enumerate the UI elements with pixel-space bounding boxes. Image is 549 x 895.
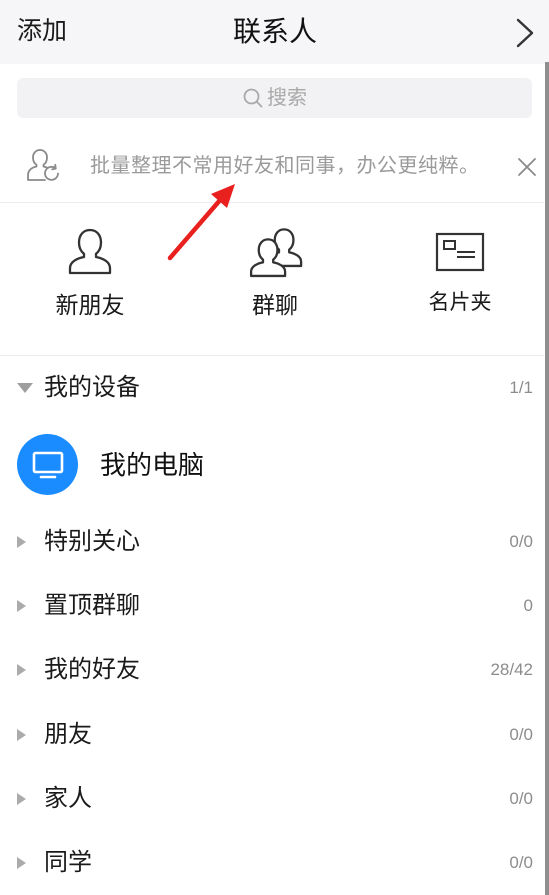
avatar (17, 434, 78, 495)
page-title: 联系人 (232, 16, 317, 47)
group-count: 1/1 (509, 378, 533, 397)
device-name: 我的电脑 (100, 450, 205, 480)
monitor-icon (32, 451, 63, 478)
expand-arrow-icon (17, 664, 26, 676)
group-name: 置顶群聊 (44, 592, 140, 619)
group-count: 0/0 (509, 789, 533, 808)
new-friend-label: 新朋友 (55, 292, 125, 318)
group-special-care[interactable]: 特别关心 0/0 (0, 510, 544, 574)
business-card-button[interactable]: 名片夹 (380, 203, 540, 353)
chevron-right-icon[interactable] (513, 17, 537, 49)
group-name: 朋友 (44, 721, 92, 748)
group-my-friends[interactable]: 我的好友 28/42 (0, 638, 544, 702)
add-button[interactable]: 添加 (17, 14, 67, 48)
contact-refresh-icon (27, 149, 59, 181)
group-my-devices[interactable]: 我的设备 1/1 (0, 356, 544, 420)
expand-arrow-icon (17, 600, 26, 612)
group-count: 28/42 (490, 660, 533, 679)
new-friend-button[interactable]: 新朋友 (10, 203, 170, 353)
expand-arrow-icon (17, 383, 33, 393)
group-chat-button[interactable]: 群聊 (195, 203, 355, 353)
expand-arrow-icon (17, 793, 26, 805)
group-name: 我的设备 (44, 374, 140, 401)
expand-arrow-icon (17, 536, 26, 548)
business-card-icon (435, 232, 485, 272)
scrollbar[interactable] (545, 62, 549, 895)
group-chat-icon (249, 228, 303, 278)
group-count: 0/0 (509, 532, 533, 551)
group-count: 0/0 (509, 725, 533, 744)
group-name: 特别关心 (44, 528, 140, 555)
group-family[interactable]: 家人 0/0 (0, 767, 544, 831)
expand-arrow-icon (17, 729, 26, 741)
notice-banner[interactable]: 批量整理不常用好友和同事，办公更纯粹。 (0, 128, 544, 202)
search-placeholder: 搜索 (267, 87, 307, 109)
group-name: 同学 (44, 849, 92, 876)
search-icon (243, 88, 263, 108)
group-count: 0 (523, 596, 533, 615)
search-bar[interactable]: 搜索 (17, 78, 532, 118)
close-icon[interactable] (516, 156, 538, 178)
group-friends[interactable]: 朋友 0/0 (0, 703, 544, 767)
list-item-my-computer[interactable]: 我的电脑 (0, 426, 544, 504)
group-chat-label: 群聊 (252, 292, 298, 318)
group-name: 我的好友 (44, 656, 140, 683)
group-name: 家人 (44, 785, 92, 812)
business-card-label: 名片夹 (428, 291, 492, 314)
notice-text: 批量整理不常用好友和同事，办公更纯粹。 (90, 155, 480, 177)
group-classmates[interactable]: 同学 0/0 (0, 831, 544, 895)
group-pinned-chats[interactable]: 置顶群聊 0 (0, 574, 544, 638)
expand-arrow-icon (17, 857, 26, 869)
group-count: 0/0 (509, 853, 533, 872)
new-friend-icon (68, 228, 112, 275)
header-bar: 添加 联系人 (0, 0, 549, 64)
